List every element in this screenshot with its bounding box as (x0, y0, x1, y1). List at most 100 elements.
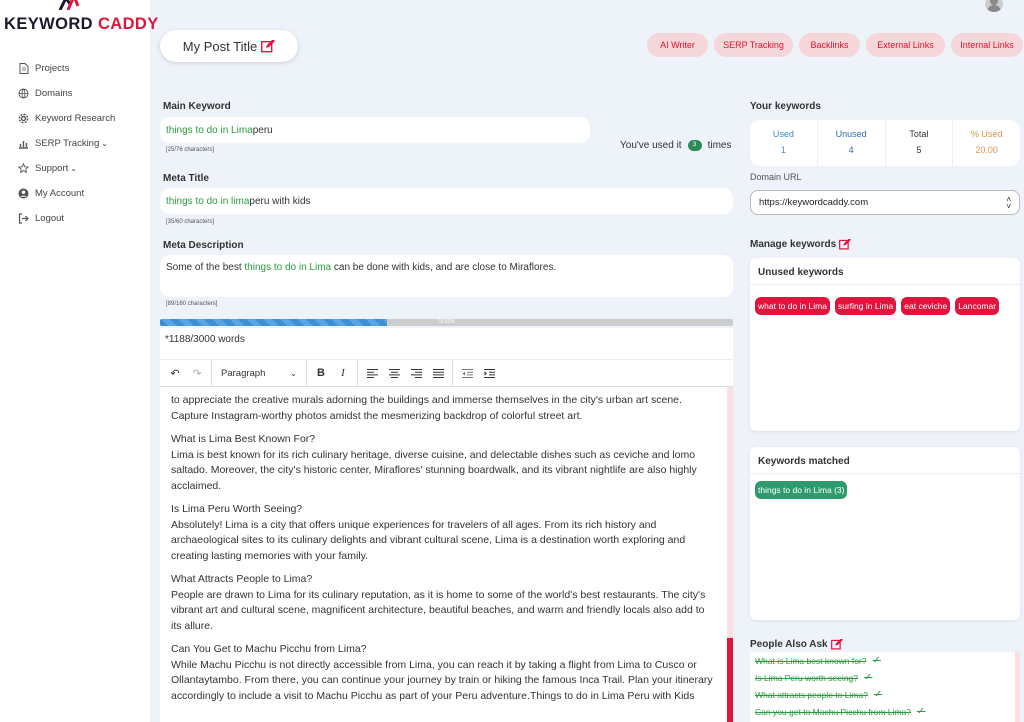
paa-question[interactable]: What is Lima best known for? ✓ (755, 652, 1015, 669)
document-icon (18, 63, 29, 74)
undo-icon[interactable]: ↶ (164, 362, 186, 384)
sidebar-item-label: SERP Tracking (35, 138, 100, 149)
redo-icon[interactable]: ↷ (186, 362, 208, 384)
usage-count-badge: 3 (687, 140, 702, 151)
outdent-icon[interactable] (456, 362, 478, 384)
sidebar-item-logout[interactable]: Logout (18, 206, 115, 231)
align-center-icon[interactable] (383, 362, 405, 384)
meta-title-char-count: [35/60 characters] (166, 219, 215, 225)
stat-value: 5 (916, 145, 922, 155)
keywords-matched-list: things to do in Lima (3) (750, 474, 1020, 505)
sidebar: KEYWORD CADDY Projects Domains Keyword R… (0, 0, 158, 722)
user-icon (18, 188, 29, 199)
paa-question[interactable]: Can you get to Machu Picchu from Lima? ✓ (755, 703, 1015, 720)
keyword-stats-table: Used 1 Unused 4 Total 5 % Used 20.00 (750, 120, 1020, 166)
select-arrows-icon: ˄ ˅ (1006, 194, 1011, 211)
keyword-chip[interactable]: surfing in Lima (834, 297, 897, 315)
paa-question[interactable]: Is Lima Peru worth seeing? ✓ (755, 669, 1015, 686)
logout-icon (18, 213, 29, 224)
matched-keyword-chip[interactable]: things to do in Lima (3) (755, 481, 848, 499)
usage-prefix: You've used it (620, 140, 682, 151)
word-progress-bar: 39.60% (160, 319, 733, 326)
avatar[interactable] (985, 0, 1003, 12)
content-paragraph: What Attracts People to Lima? People are … (171, 573, 706, 632)
align-left-icon[interactable] (361, 362, 383, 384)
stat-name: Used (772, 129, 794, 139)
editor-toolbar: ↶ ↷ Paragraph ⌄ B I (160, 359, 733, 387)
progress-label: 39.60% (438, 319, 455, 325)
align-justify-icon[interactable] (427, 362, 449, 384)
sidebar-item-projects[interactable]: Projects (18, 56, 115, 81)
brand-logo[interactable]: KEYWORD CADDY (4, 0, 158, 38)
domain-url-label: Domain URL (750, 172, 802, 182)
tab-external-links[interactable]: External Links (866, 33, 945, 57)
block-format-value: Paragraph (221, 367, 266, 379)
usage-suffix: times (707, 140, 732, 151)
check-icon: ✓ (873, 689, 883, 700)
meta-description-char-count: [89/160 characters] (166, 301, 218, 307)
sidebar-item-label: Keyword Research (35, 113, 116, 124)
toolbar-divider (452, 359, 453, 387)
your-keywords-label: Your keywords (750, 101, 821, 112)
chevron-down-icon: ⌄ (290, 368, 297, 378)
manage-keywords-label: Manage keywords (750, 239, 837, 250)
unused-keywords-list: what to do in Lima surfing in Lima eat c… (750, 285, 1020, 321)
domain-url-select[interactable]: https://keywordcaddy.com ˄ ˅ (750, 190, 1020, 215)
tab-backlinks[interactable]: Backlinks (799, 33, 860, 57)
content-paragraph: to appreciate the creative murals adorni… (171, 394, 682, 422)
paa-question[interactable]: What attracts people to Lima? ✓ (755, 686, 1015, 703)
tab-internal-links[interactable]: Internal Links (951, 33, 1023, 57)
unused-keywords-title: Unused keywords (750, 258, 1020, 285)
main-keyword-char-count: [25/76 characters] (166, 147, 215, 153)
header-tabs: AI Writer SERP Tracking Backlinks Extern… (647, 33, 1023, 57)
edit-icon[interactable] (830, 639, 843, 650)
indent-icon[interactable] (478, 362, 500, 384)
post-title: My Post Title (182, 38, 258, 54)
star-icon (17, 162, 30, 174)
content-paragraph: What is Lima Best Known For? Lima is best… (171, 433, 697, 492)
keyword-usage-counter: You've used it 3 times (620, 140, 732, 151)
stat-unused: Unused 4 (818, 120, 886, 166)
meta-description-input[interactable]: Some of the best things to do in Lima ca… (160, 255, 733, 297)
keyword-chip[interactable]: eat ceviche (901, 297, 951, 315)
sidebar-item-label: Logout (35, 213, 65, 224)
sidebar-item-label: Support (35, 163, 69, 174)
sidebar-item-my-account[interactable]: My Account (18, 181, 115, 206)
italic-icon[interactable]: I (332, 362, 354, 384)
sidebar-item-serp-tracking[interactable]: SERP Tracking ⌄ (18, 131, 115, 156)
tab-serp-tracking[interactable]: SERP Tracking (714, 33, 793, 57)
sidebar-item-keyword-research[interactable]: Keyword Research (18, 106, 115, 131)
stat-name: Total (909, 129, 929, 139)
keyword-chip[interactable]: Lancomar (955, 297, 1000, 315)
people-also-ask-label: People Also Ask (750, 639, 828, 650)
meta-title-highlight: things to do in lima (166, 195, 250, 207)
post-title-button[interactable]: My Post Title (160, 30, 298, 62)
content-editor[interactable]: *1188/3000 words ↶ ↷ Paragraph ⌄ B I to a… (160, 328, 733, 722)
brand-name: KEYWORD CADDY (4, 15, 159, 33)
people-also-ask-list: What is Lima best known for? ✓ Is Lima Pe… (750, 652, 1020, 722)
meta-description-pre: Some of the best (166, 262, 245, 273)
sidebar-item-support[interactable]: Support ⌄ (17, 156, 115, 181)
tab-ai-writer[interactable]: AI Writer (647, 33, 708, 57)
edit-icon[interactable] (839, 239, 852, 250)
check-icon: ✓ (872, 655, 881, 666)
main-keyword-input[interactable]: things to do in Lima peru (160, 117, 590, 143)
unused-keywords-panel: Unused keywords what to do in Lima surfi… (750, 258, 1020, 431)
meta-title-label: Meta Title (163, 173, 209, 184)
bold-icon[interactable]: B (310, 362, 332, 384)
sidebar-item-domains[interactable]: Domains (18, 81, 115, 106)
manage-keywords-heading: Manage keywords (750, 239, 852, 250)
content-paragraph: Can You Get to Machu Picchu from Lima? Wh… (171, 643, 713, 702)
keywords-matched-panel: Keywords matched things to do in Lima (3… (750, 447, 1020, 620)
align-right-icon[interactable] (405, 362, 427, 384)
edit-icon[interactable] (261, 39, 276, 53)
meta-title-input[interactable]: things to do in lima peru with kids (160, 188, 733, 214)
check-icon: ✓ (916, 706, 926, 717)
block-format-select[interactable]: Paragraph ⌄ (215, 362, 303, 384)
logo-mark-icon (58, 0, 80, 10)
stat-used: Used 1 (750, 120, 818, 166)
keyword-chip[interactable]: what to do in Lima (755, 297, 830, 315)
editor-content[interactable]: to appreciate the creative murals adorni… (160, 387, 726, 722)
stat-value: 1 (780, 145, 786, 155)
editor-scrollbar-thumb[interactable] (727, 638, 733, 722)
